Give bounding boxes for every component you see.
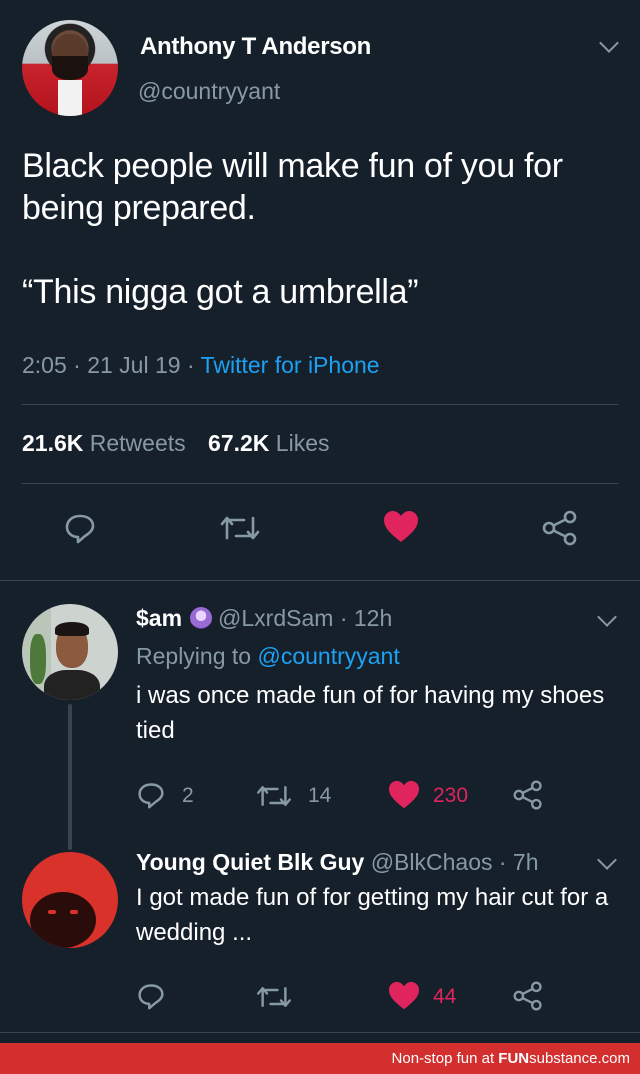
tweet-meta: 2:05 · 21 Jul 19 · Twitter for iPhone <box>22 352 380 379</box>
retweet-icon[interactable] <box>256 983 292 1011</box>
reply-text: i was once made fun of for having my sho… <box>136 682 605 744</box>
tweet-source-link[interactable]: Twitter for iPhone <box>201 352 380 378</box>
retweets-label[interactable]: Retweets <box>90 430 186 456</box>
tweet-text-line1: Black people will make fun of you for be… <box>22 147 563 227</box>
divider <box>22 404 618 405</box>
reply-avatar[interactable] <box>22 604 118 700</box>
section-separator <box>0 1032 640 1033</box>
author-handle[interactable]: @countryyant <box>138 78 280 105</box>
tweet-text-line2: “This nigga got a umbrella” <box>22 273 419 311</box>
section-separator <box>0 580 640 581</box>
watermark-text: Non-stop fun at FUNsubstance.com <box>392 1050 630 1067</box>
watermark-prefix: Non-stop fun at <box>391 1050 499 1067</box>
reply-header: $am @LxrdSam · 12h <box>136 605 392 632</box>
heart-icon[interactable] <box>388 780 420 810</box>
crystal-ball-emoji-icon <box>190 607 213 629</box>
author-avatar[interactable] <box>22 20 118 116</box>
reply-author-name[interactable]: Young Quiet Blk Guy <box>136 849 364 875</box>
reply-menu-chevron-icon[interactable] <box>597 850 617 870</box>
like-count: 230 <box>433 784 469 807</box>
watermark-bar: Non-stop fun at FUNsubstance.com <box>0 1043 640 1074</box>
thread-line <box>68 704 72 850</box>
reply-icon[interactable] <box>137 982 165 1010</box>
tweet-timestamp: 2:05 · 21 Jul 19 · <box>22 352 195 378</box>
tweet-text: Black people will make fun of you for be… <box>22 145 622 355</box>
share-icon[interactable] <box>513 780 543 810</box>
retweets-count[interactable]: 21.6K <box>22 430 83 456</box>
divider <box>22 483 618 484</box>
reply-author-handle[interactable]: @LxrdSam · 12h <box>218 605 392 631</box>
retweet-icon[interactable] <box>256 782 292 810</box>
reply-count: 2 <box>182 784 194 807</box>
watermark-brand-rest: substance.com <box>529 1050 630 1067</box>
reply-icon[interactable] <box>137 781 165 809</box>
replying-to-prefix: Replying to <box>136 643 252 669</box>
reply-text: I got made fun of for getting my hair cu… <box>136 884 609 946</box>
reply-avatar[interactable] <box>22 852 118 948</box>
share-icon[interactable] <box>513 981 543 1011</box>
share-icon[interactable] <box>542 510 578 546</box>
author-name[interactable]: Anthony T Anderson <box>140 33 371 61</box>
likes-label[interactable]: Likes <box>276 430 330 456</box>
heart-icon[interactable] <box>388 981 420 1011</box>
tweet-menu-chevron-icon[interactable] <box>599 33 619 53</box>
replying-to: Replying to @countryyant <box>136 643 400 670</box>
retweet-count: 14 <box>308 784 332 807</box>
reply-header: Young Quiet Blk Guy @BlkChaos · 7h <box>136 849 539 876</box>
heart-icon[interactable] <box>383 510 419 544</box>
likes-count[interactable]: 67.2K <box>208 430 269 456</box>
watermark-brand-bold: FUN <box>498 1050 530 1067</box>
reply-author-name[interactable]: $am <box>136 605 182 631</box>
retweet-icon[interactable] <box>220 512 260 544</box>
like-count: 44 <box>433 985 457 1008</box>
replying-to-handle[interactable]: @countryyant <box>257 643 399 669</box>
reply-icon[interactable] <box>64 512 96 544</box>
reply-menu-chevron-icon[interactable] <box>597 607 617 627</box>
tweet-stats: 21.6K Retweets 67.2K Likes <box>22 430 330 457</box>
reply-author-handle[interactable]: @BlkChaos · 7h <box>371 849 539 875</box>
